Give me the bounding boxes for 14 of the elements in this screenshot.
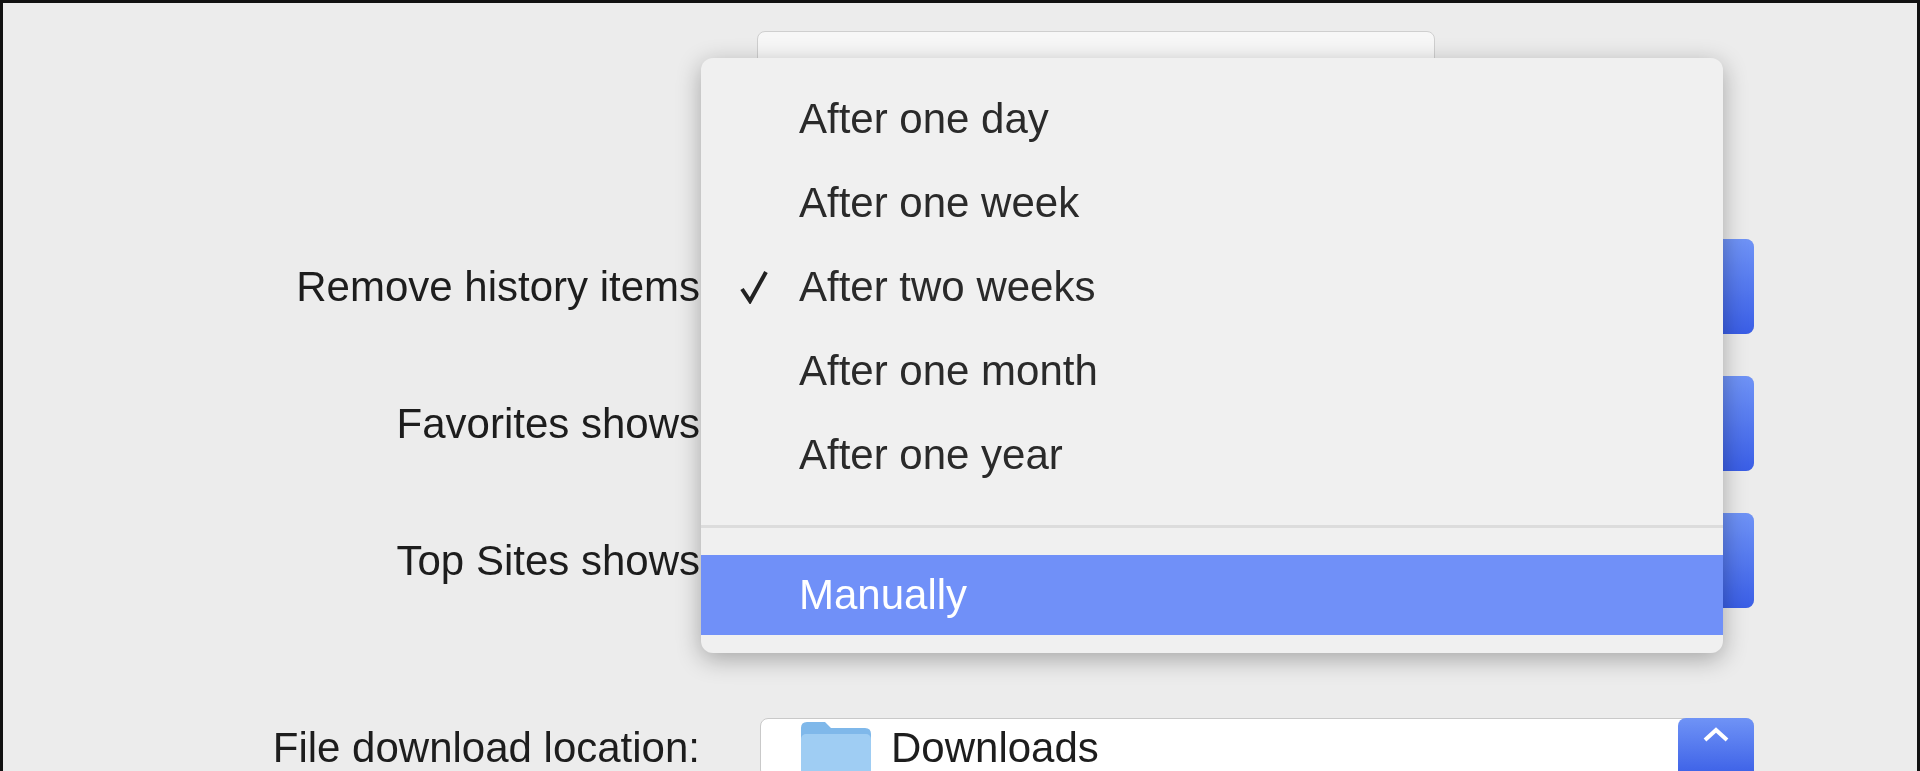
- menu-item[interactable]: After one day: [701, 77, 1723, 161]
- menu-item[interactable]: After two weeks: [701, 245, 1723, 329]
- location-value: Downloads: [891, 724, 1100, 771]
- chevron-up-icon: [1702, 726, 1730, 742]
- setting-label: Favorites shows: [396, 399, 700, 448]
- setting-label: Top Sites shows: [396, 536, 700, 585]
- menu-item[interactable]: After one week: [701, 161, 1723, 245]
- location-popup[interactable]: Downloads: [760, 718, 1754, 771]
- stepper-button[interactable]: [1678, 718, 1754, 771]
- menu-item[interactable]: After one month: [701, 329, 1723, 413]
- folder-icon: [799, 720, 873, 771]
- setting-label: File download location:: [272, 724, 700, 771]
- menu-item[interactable]: After one year: [701, 413, 1723, 497]
- setting-label: Remove history items: [296, 262, 700, 311]
